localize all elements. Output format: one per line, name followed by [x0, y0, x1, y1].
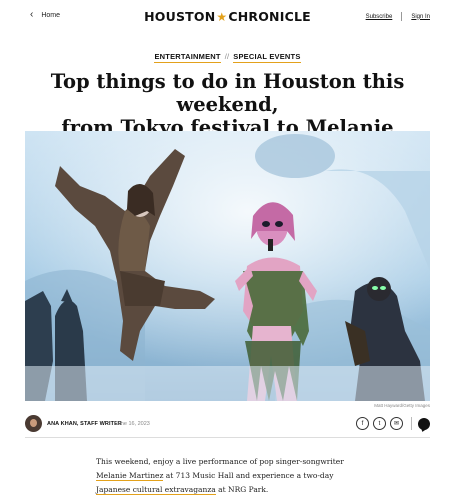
body-text-1: This weekend, enjoy a live performance o…	[96, 457, 344, 466]
logo-right-text: CHRONICLE	[228, 9, 311, 24]
email-icon[interactable]: ✉	[390, 417, 403, 430]
photo-credit: Matt Hayward/Getty Images	[374, 403, 430, 408]
subscribe-link[interactable]: Subscribe	[366, 14, 393, 20]
avatar-face	[30, 419, 37, 427]
facebook-icon[interactable]: f	[356, 417, 369, 430]
japanese-festival-link[interactable]: Japanese cultural extravaganza	[96, 485, 216, 495]
section-separator: //	[224, 52, 230, 61]
auth-links: Subscribe Sign In	[366, 12, 430, 21]
section-kicker: ENTERTAINMENT//SPECIAL EVENTS	[0, 52, 455, 63]
article-body-paragraph: This weekend, enjoy a live performance o…	[96, 455, 366, 497]
body-text-3: at NRG Park.	[215, 485, 269, 494]
melanie-martinez-link[interactable]: Melanie Martinez	[96, 471, 164, 481]
share-toolbar: f t ✉	[352, 417, 430, 430]
byline-row: ANA KHAN, STAFF WRITER June 16, 2023 f t…	[25, 413, 430, 435]
sign-in-link[interactable]: Sign In	[411, 14, 430, 20]
share-divider	[411, 417, 412, 430]
star-icon: ★	[216, 10, 228, 24]
concert-photo	[25, 131, 430, 401]
hero-image[interactable]	[25, 131, 430, 401]
comment-icon[interactable]	[418, 417, 430, 430]
top-bar: ‹ Home HOUSTON★CHRONICLE Subscribe Sign …	[0, 0, 455, 34]
body-text-2: at 713 Music Hall and experience a two-d…	[163, 471, 334, 480]
author-name[interactable]: ANA KHAN, STAFF WRITER	[47, 421, 122, 427]
twitter-icon[interactable]: t	[373, 417, 386, 430]
section-link-special-events[interactable]: SPECIAL EVENTS	[233, 52, 301, 63]
byline-divider	[25, 437, 430, 438]
section-link-entertainment[interactable]: ENTERTAINMENT	[154, 52, 221, 63]
publish-date: June 16, 2023	[115, 421, 150, 427]
author-avatar[interactable]	[25, 415, 42, 432]
logo-left-text: HOUSTON	[144, 9, 216, 24]
headline-line-1: Top things to do in Houston this weekend…	[50, 70, 405, 116]
auth-divider	[401, 12, 403, 21]
